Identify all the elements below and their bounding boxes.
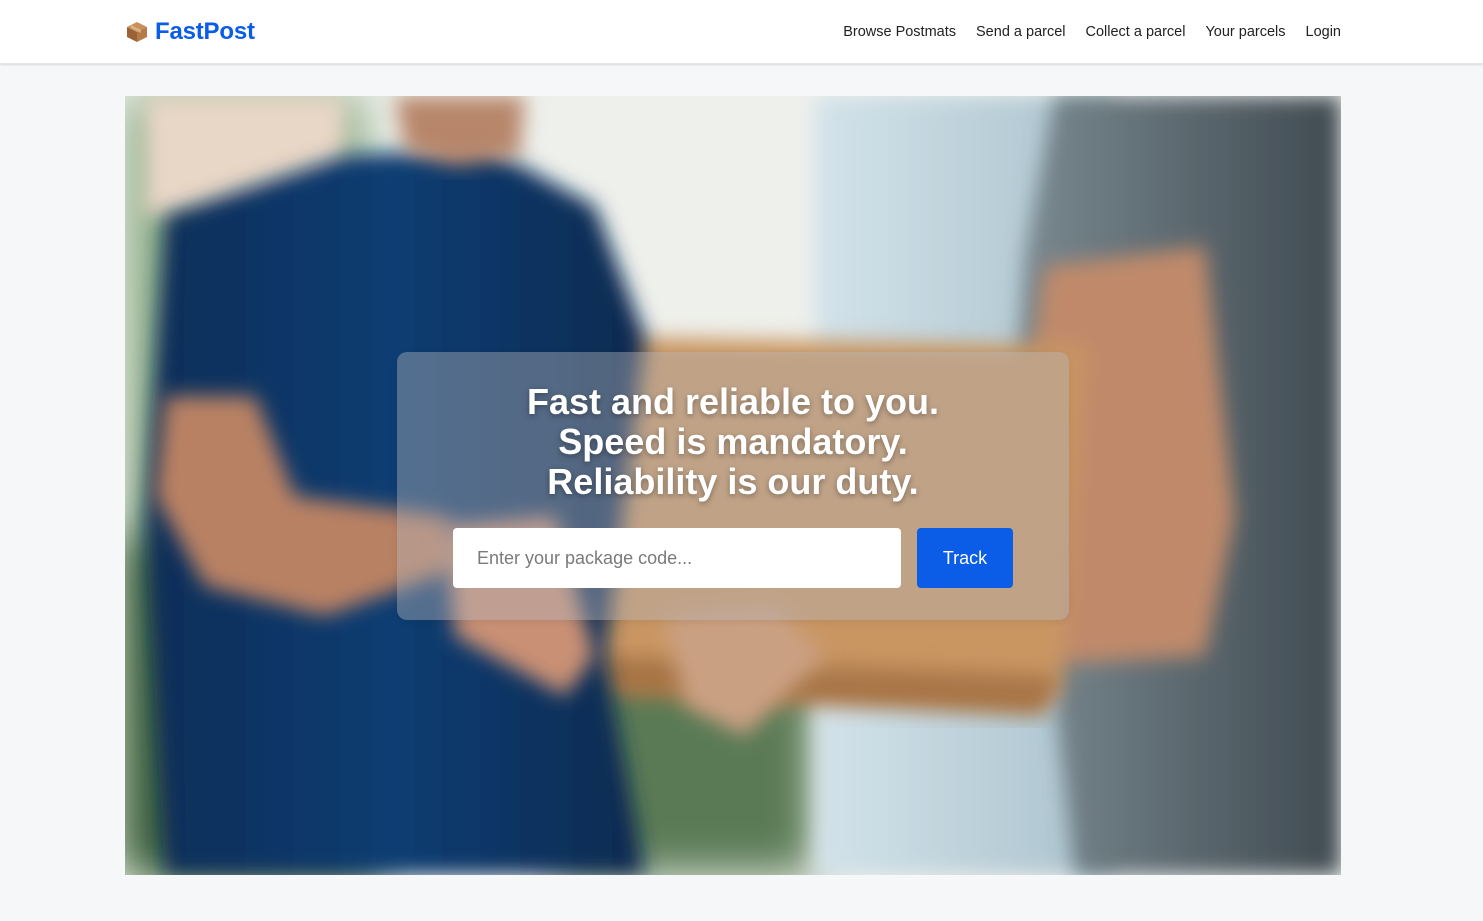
hero-headline: Fast and reliable to you. Speed is manda…	[397, 382, 1069, 502]
headline-line-1: Fast and reliable to you.	[526, 381, 940, 422]
package-box-icon	[127, 22, 147, 42]
track-card: Fast and reliable to you. Speed is manda…	[397, 352, 1069, 620]
headline-line-3: Reliability is our duty.	[547, 461, 919, 502]
nav-browse-postmats[interactable]: Browse Postmats	[843, 24, 956, 40]
main-nav: Browse Postmats Send a parcel Collect a …	[843, 0, 1341, 64]
top-navbar: FastPost Browse Postmats Send a parcel C…	[0, 0, 1483, 64]
brand-name: FastPost	[155, 18, 255, 45]
nav-collect-parcel[interactable]: Collect a parcel	[1086, 24, 1186, 40]
brand-logo-link[interactable]: FastPost	[125, 14, 255, 50]
nav-send-parcel[interactable]: Send a parcel	[976, 24, 1065, 40]
package-code-input[interactable]	[453, 528, 901, 588]
track-button[interactable]: Track	[917, 528, 1013, 588]
nav-login[interactable]: Login	[1306, 24, 1341, 40]
headline-line-2: Speed is mandatory.	[558, 421, 908, 462]
nav-your-parcels[interactable]: Your parcels	[1205, 24, 1285, 40]
hero-section: Fast and reliable to you. Speed is manda…	[125, 96, 1341, 875]
